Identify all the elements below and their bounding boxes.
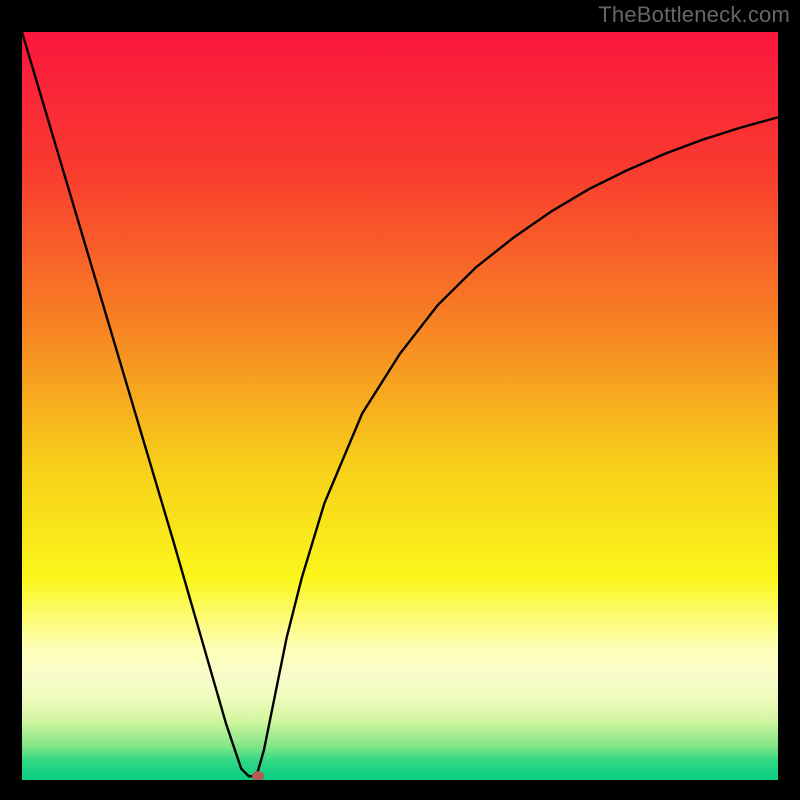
chart-frame: [0, 0, 800, 800]
chart-stage: TheBottleneck.com: [0, 0, 800, 800]
watermark-text: TheBottleneck.com: [598, 2, 790, 28]
